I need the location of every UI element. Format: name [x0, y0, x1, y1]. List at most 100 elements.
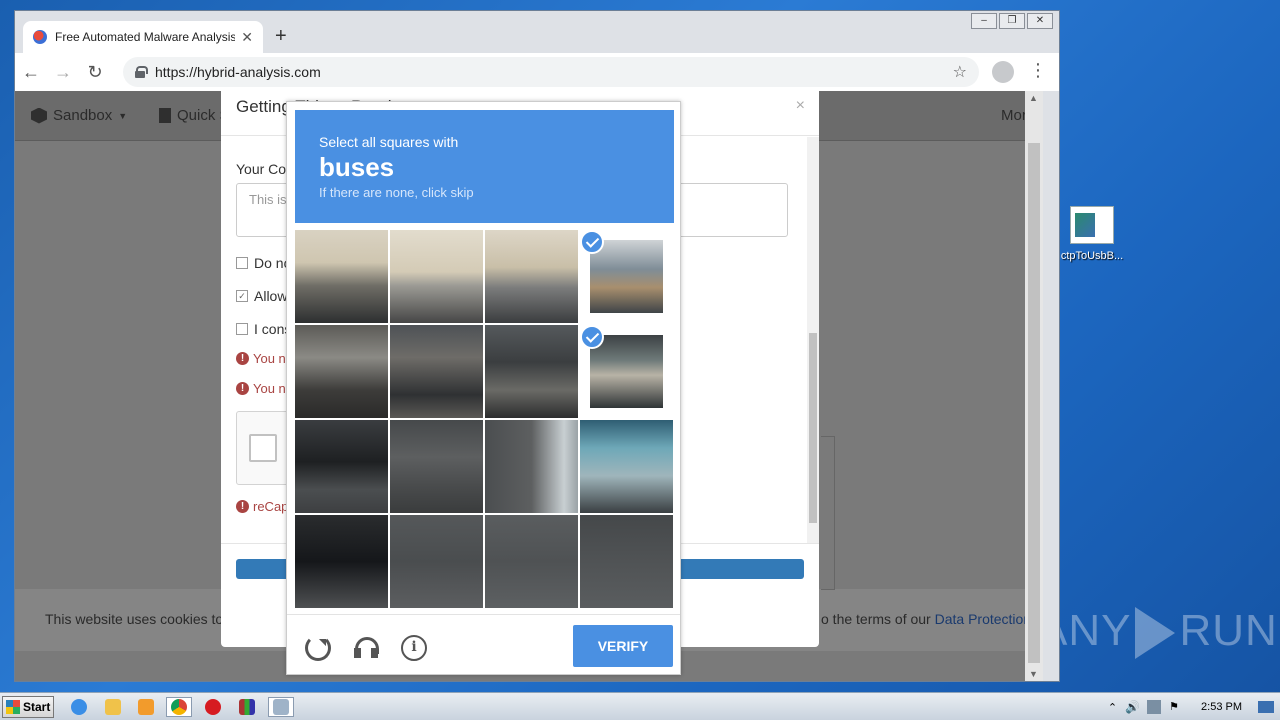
challenge-footer: i VERIFY — [287, 614, 680, 676]
scroll-down-icon[interactable]: ▼ — [1029, 669, 1038, 679]
error-text: reCap — [253, 499, 289, 514]
start-label: Start — [23, 700, 51, 714]
checkmark-icon — [580, 325, 604, 349]
image-tile[interactable] — [295, 230, 388, 323]
image-tile[interactable] — [390, 420, 483, 513]
lock-icon[interactable] — [135, 66, 148, 78]
kebab-menu-icon[interactable]: ⋮ — [1029, 60, 1047, 81]
nav-sandbox-label: Sandbox — [53, 107, 113, 124]
headphones-icon[interactable] — [353, 635, 379, 661]
bookmark-star-icon[interactable]: ☆ — [953, 62, 967, 82]
tab-close-icon[interactable]: ✕ — [241, 29, 253, 46]
flag-icon[interactable]: ⚑ — [1169, 700, 1183, 714]
anyrun-watermark: ANY RUN — [1038, 606, 1278, 660]
close-window-button[interactable]: ✕ — [1027, 13, 1053, 29]
image-tile[interactable] — [580, 515, 673, 608]
tile-image — [590, 335, 663, 408]
site-favicon-icon — [33, 30, 47, 44]
browser-tab[interactable]: Free Automated Malware Analysis S ✕ — [23, 21, 263, 53]
image-tile-selected[interactable] — [580, 230, 673, 323]
recaptcha-checkbox[interactable] — [249, 434, 277, 462]
modal-scrollbar-thumb[interactable] — [809, 333, 817, 523]
reload-challenge-icon[interactable] — [305, 635, 331, 661]
cookie-terms-text: o the terms of our — [821, 611, 931, 627]
cookie-text-left: This website uses cookies to — [45, 611, 224, 627]
reload-page-icon[interactable]: ↻ — [79, 62, 111, 83]
challenge-instruction: Select all squares with — [319, 134, 459, 150]
challenge-header: Select all squares with buses If there a… — [295, 110, 674, 223]
image-tile[interactable] — [485, 230, 578, 323]
show-hidden-icons[interactable]: ⌃ — [1108, 701, 1117, 714]
volume-icon[interactable]: 🔊 — [1125, 700, 1140, 714]
checkbox-option-2[interactable]: ✓ Allow — [236, 288, 287, 304]
error-text: You n — [253, 381, 286, 396]
url-text[interactable]: https://hybrid-analysis.com — [155, 64, 953, 80]
image-tile[interactable] — [390, 230, 483, 323]
file-icon — [1070, 206, 1114, 244]
show-desktop-button[interactable] — [1258, 701, 1274, 713]
exclamation-icon: ! — [236, 352, 249, 365]
image-tile[interactable] — [295, 420, 388, 513]
image-tile[interactable] — [485, 325, 578, 418]
taskbar-archive[interactable] — [234, 697, 260, 717]
image-tile[interactable] — [390, 325, 483, 418]
taskbar-explorer[interactable] — [100, 697, 126, 717]
taskbar-opera[interactable] — [200, 697, 226, 717]
image-tile[interactable] — [295, 325, 388, 418]
chrome-icon — [171, 699, 187, 715]
image-tile[interactable] — [390, 515, 483, 608]
maximize-button[interactable]: ❐ — [999, 13, 1025, 29]
image-tile[interactable] — [485, 420, 578, 513]
archive-icon — [239, 699, 255, 715]
image-tile-selected[interactable] — [580, 325, 673, 418]
profile-avatar-icon[interactable] — [992, 61, 1014, 83]
taskbar-ie[interactable] — [66, 697, 92, 717]
page-scrollbar[interactable]: ▲ ▼ — [1025, 91, 1043, 681]
window-icon — [273, 699, 289, 715]
challenge-target: buses — [319, 152, 395, 182]
desktop-file-icon[interactable]: ctpToUsbB... — [1056, 206, 1128, 262]
network-icon[interactable] — [1147, 700, 1162, 714]
system-tray: ⌃ 🔊 ⚑ 2:53 PM — [1108, 693, 1280, 720]
scrollbar-thumb[interactable] — [1028, 143, 1040, 663]
image-tile-grid — [295, 230, 673, 608]
start-button[interactable]: Start — [2, 696, 54, 718]
checkbox[interactable] — [236, 257, 248, 269]
modal-close-icon[interactable]: × — [796, 97, 805, 115]
back-arrow-icon[interactable]: ← — [15, 62, 47, 83]
checkbox[interactable] — [236, 323, 248, 335]
taskbar-media[interactable] — [133, 697, 159, 717]
modal-scrollbar[interactable] — [807, 137, 819, 543]
image-tile[interactable] — [485, 515, 578, 608]
nav-quick-scan[interactable]: Quick S — [159, 107, 230, 124]
scroll-up-icon[interactable]: ▲ — [1029, 93, 1038, 103]
image-tile[interactable] — [580, 420, 673, 513]
checkbox-option-3[interactable]: I cons — [236, 321, 291, 337]
checkbox-option-1[interactable]: Do no — [236, 255, 291, 271]
taskbar-window[interactable] — [268, 697, 294, 717]
taskbar-chrome[interactable] — [166, 697, 192, 717]
browser-toolbar: ← → ↻ https://hybrid-analysis.com ☆ ⋮ — [15, 53, 1059, 91]
cookie-text-right: o the terms of our Data Protection — [821, 611, 1031, 627]
comment-label: Your Cor — [236, 161, 291, 177]
challenge-hint: If there are none, click skip — [319, 185, 474, 200]
recaptcha-error: ! reCap — [236, 499, 288, 514]
nav-sandbox[interactable]: Sandbox ▼ — [31, 107, 127, 124]
image-tile[interactable] — [295, 515, 388, 608]
cube-icon — [31, 107, 47, 124]
validation-error: ! You n — [236, 351, 286, 366]
checkbox-label: Allow — [254, 288, 288, 304]
verify-button[interactable]: VERIFY — [573, 625, 673, 667]
minimize-button[interactable]: – — [971, 13, 997, 29]
forward-arrow-icon[interactable]: → — [47, 62, 79, 83]
info-icon[interactable]: i — [401, 635, 427, 661]
checkbox-checked[interactable]: ✓ — [236, 290, 248, 302]
background-panel-edge — [821, 436, 835, 590]
new-tab-icon[interactable]: + — [275, 25, 287, 48]
data-protection-link[interactable]: Data Protection — [935, 611, 1032, 627]
address-bar[interactable]: https://hybrid-analysis.com ☆ — [123, 57, 979, 87]
clock[interactable]: 2:53 PM — [1201, 701, 1242, 713]
error-text: You n — [253, 351, 286, 366]
validation-error: ! You n — [236, 381, 286, 396]
exclamation-icon: ! — [236, 382, 249, 395]
